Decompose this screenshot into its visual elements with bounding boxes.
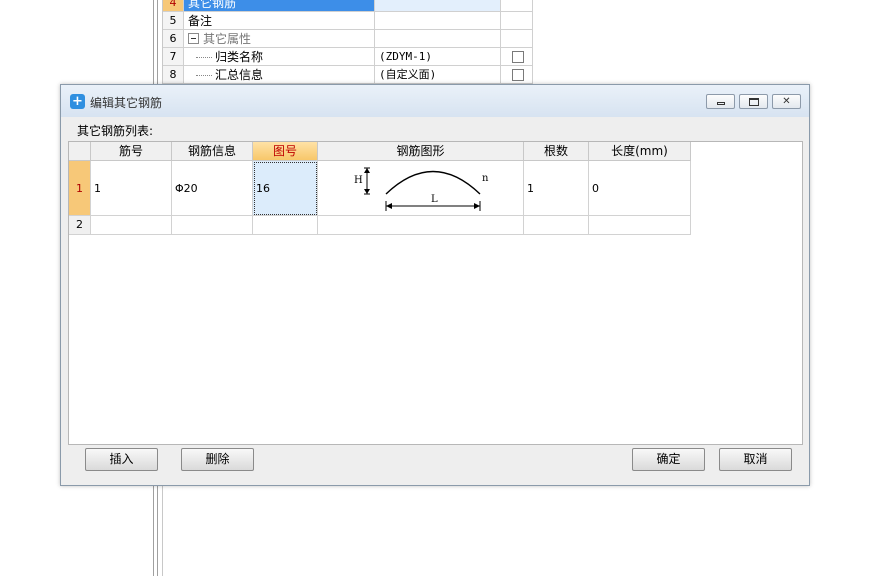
property-value[interactable]: (ZDYM-1)	[375, 48, 501, 66]
property-row-number: 4	[163, 0, 184, 12]
insert-button[interactable]: 插入	[85, 448, 158, 471]
property-attach-cell	[501, 66, 533, 84]
property-attach-cell	[501, 48, 533, 66]
cell-jin-hao[interactable]	[91, 216, 172, 235]
arc-rebar-shape-figure: H n L	[354, 167, 489, 211]
column-header-count[interactable]: 根数	[524, 142, 589, 161]
property-name[interactable]: 汇总信息	[184, 66, 375, 84]
property-name-label: 其它属性	[203, 32, 252, 46]
property-row-number: 6	[163, 30, 184, 48]
shape-height-label: H	[354, 175, 363, 186]
cell-count[interactable]: 1	[524, 161, 589, 216]
property-name[interactable]: 其它属性	[184, 30, 375, 48]
column-header-length[interactable]: 长度(mm)	[589, 142, 691, 161]
property-name[interactable]: 其它钢筋	[184, 0, 375, 12]
minimize-button[interactable]	[706, 94, 735, 109]
cell-rebar-info[interactable]	[172, 216, 253, 235]
property-name[interactable]: 备注	[184, 12, 375, 30]
property-value[interactable]	[375, 12, 501, 30]
rebar-table: 筋号 钢筋信息 图号 钢筋图形 根数 长度(mm) 1 1 Φ20 16 H n	[68, 141, 803, 445]
cell-length[interactable]	[589, 216, 691, 235]
minimize-icon	[717, 102, 725, 105]
cell-figure-number[interactable]	[253, 216, 318, 235]
property-name-label: 其它钢筋	[188, 0, 237, 10]
column-header-jin-hao[interactable]: 筋号	[91, 142, 172, 161]
column-header-rebar-shape[interactable]: 钢筋图形	[318, 142, 524, 161]
ok-button[interactable]: 确定	[632, 448, 705, 471]
property-row[interactable]: 4 其它钢筋	[163, 0, 533, 12]
shape-length-label: L	[431, 194, 438, 205]
property-row-number: 7	[163, 48, 184, 66]
cell-length[interactable]: 0	[589, 161, 691, 216]
cell-rebar-info[interactable]: Φ20	[172, 161, 253, 216]
property-row-number: 5	[163, 12, 184, 30]
column-header-figure-number[interactable]: 图号	[253, 142, 318, 161]
property-attach-cell	[501, 30, 533, 48]
property-grid: 4 其它钢筋 5 备注 6 其它属性 7 归类名称 (ZDYM-1) 8 汇总信息 (自定义面)	[163, 0, 533, 94]
property-value[interactable]: (自定义面)	[375, 66, 501, 84]
table-corner-header	[69, 142, 91, 161]
row-number[interactable]: 2	[69, 216, 91, 235]
property-name-label: 汇总信息	[215, 68, 264, 82]
cell-figure-number[interactable]: 16	[253, 161, 318, 216]
shape-n-label: n	[482, 173, 489, 184]
edit-other-rebar-dialog: + 编辑其它钢筋 ✕ 其它钢筋列表: 筋号 钢筋信息 图号 钢筋图形 根数 长度…	[60, 84, 810, 486]
property-attach-cell	[501, 0, 533, 12]
property-attach-cell	[501, 12, 533, 30]
property-value[interactable]	[375, 30, 501, 48]
tree-connector	[196, 75, 212, 76]
delete-button[interactable]: 删除	[181, 448, 254, 471]
row-number[interactable]: 1	[69, 161, 91, 216]
cancel-button[interactable]: 取消	[719, 448, 792, 471]
app-logo-icon: +	[70, 94, 85, 109]
restore-icon	[749, 98, 759, 106]
rebar-list-label: 其它钢筋列表:	[77, 124, 154, 138]
cell-rebar-shape[interactable]	[318, 216, 524, 235]
restore-button[interactable]	[739, 94, 768, 109]
tree-connector	[196, 57, 212, 58]
property-name[interactable]: 归类名称	[184, 48, 375, 66]
close-button[interactable]: ✕	[772, 94, 801, 109]
cell-jin-hao[interactable]: 1	[91, 161, 172, 216]
property-value[interactable]	[375, 0, 501, 12]
cell-count[interactable]	[524, 216, 589, 235]
cell-rebar-shape[interactable]: H n L	[318, 161, 524, 216]
property-row[interactable]: 5 备注	[163, 12, 533, 30]
property-row[interactable]: 6 其它属性	[163, 30, 533, 48]
attach-checkbox[interactable]	[512, 51, 524, 63]
property-row[interactable]: 7 归类名称 (ZDYM-1)	[163, 48, 533, 66]
property-name-label: 备注	[188, 14, 213, 28]
close-icon: ✕	[782, 96, 791, 107]
property-name-label: 归类名称	[215, 50, 264, 64]
collapse-icon[interactable]	[188, 33, 199, 44]
attach-checkbox[interactable]	[512, 69, 524, 81]
column-header-rebar-info[interactable]: 钢筋信息	[172, 142, 253, 161]
property-row-number: 8	[163, 66, 184, 84]
dialog-title: 编辑其它钢筋	[90, 96, 163, 110]
dialog-titlebar[interactable]: + 编辑其它钢筋 ✕	[61, 85, 809, 117]
property-row[interactable]: 8 汇总信息 (自定义面)	[163, 66, 533, 84]
